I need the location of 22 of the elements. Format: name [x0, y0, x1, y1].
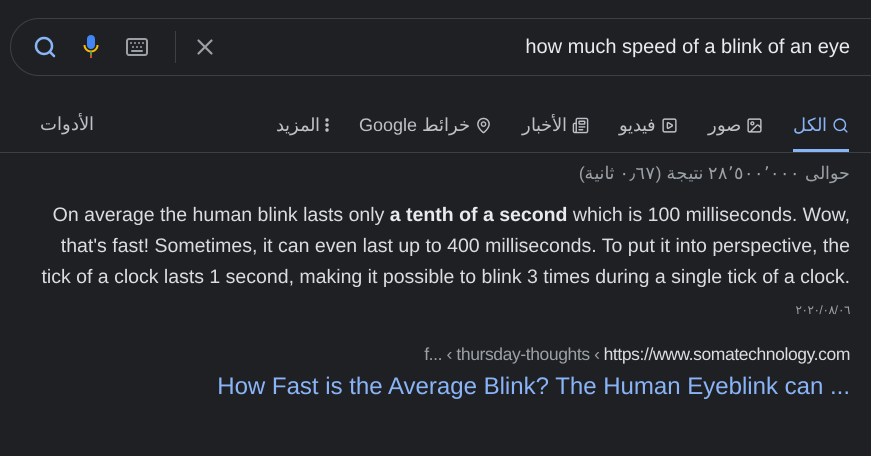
tab[interactable]: الأخبار: [522, 98, 589, 152]
result-title-link[interactable]: How Fast is the Average Blink? The Human Eyeblink can ...: [217, 373, 850, 401]
play-icon: [661, 116, 678, 134]
search-icon[interactable]: [33, 35, 57, 59]
newspaper-icon: [572, 116, 589, 134]
result-stats: حوالى ٢٨٬٥٠٠٬٠٠٠ نتيجة (٠٫٦٧ ثانية): [578, 163, 850, 184]
breadcrumb-path: f... ‹ thursday-thoughts ‹: [424, 344, 600, 365]
search-field[interactable]: how much speed of a blink of an eye: [10, 18, 871, 76]
keyboard-icon[interactable]: [125, 35, 149, 59]
tab[interactable]: صور: [708, 98, 763, 152]
microphone-icon[interactable]: [83, 34, 99, 60]
tab[interactable]: خرائط Google: [358, 98, 492, 152]
more-icon: [324, 118, 329, 132]
map-pin-icon: [475, 116, 492, 134]
tools-tab[interactable]: الأدوات: [40, 98, 94, 152]
search-icon: [832, 116, 849, 134]
tab[interactable]: فيديو: [619, 98, 678, 152]
image-icon: [746, 116, 763, 134]
site-url: https://www.somatechnology.com: [604, 344, 850, 365]
tab[interactable]: المزيد: [276, 98, 329, 152]
tab[interactable]: الكل: [793, 98, 849, 152]
search-input[interactable]: how much speed of a blink of an eye: [244, 32, 850, 62]
